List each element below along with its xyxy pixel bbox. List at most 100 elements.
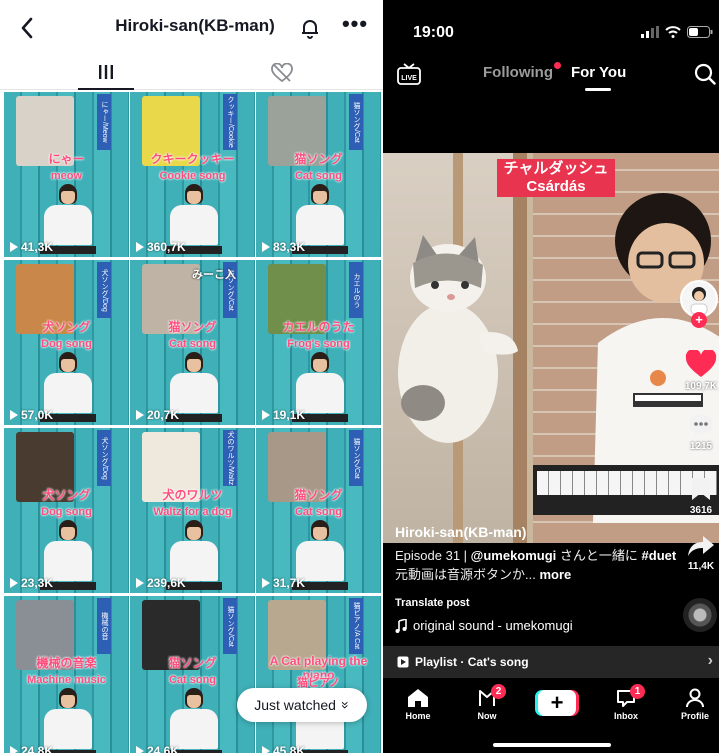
thumbnail-band: 猫ソング/Cat song [349, 430, 363, 486]
caption-mention[interactable]: @umekomugi [471, 548, 557, 563]
thumbnail-title-jp: 犬ソング [42, 488, 91, 502]
share-button[interactable]: 11,4K [680, 534, 719, 572]
thumbnail-title-jp: 猫ソング [168, 320, 217, 334]
nav-now[interactable]: 2 Now [459, 684, 515, 721]
view-count-text: 239,6K [147, 576, 186, 590]
view-count-text: 57,0K [21, 408, 54, 422]
tab-following[interactable]: Following [483, 62, 561, 81]
bell-icon [302, 20, 318, 39]
tab-for-you-label: For You [570, 64, 627, 81]
caption-hashtag[interactable]: #duet [642, 548, 677, 563]
video-caption: Hiroki-san(KB-man) Episode 31 | @umekomu… [395, 524, 685, 584]
caption-prefix: Episode 31 | [395, 548, 471, 563]
nav-home-label: Home [405, 711, 431, 721]
view-count-text: 23,3K [21, 576, 54, 590]
nav-inbox[interactable]: 1 Inbox [598, 684, 654, 721]
thumbnail-title-en: Cat song [294, 170, 343, 182]
play-icon [10, 410, 18, 420]
play-icon [262, 410, 270, 420]
comment-button[interactable]: 1215 [680, 412, 719, 452]
caption-rest: 元動画は音源ボタンか... [395, 567, 536, 582]
video-player[interactable]: チャルダッシュ Csárdás [383, 153, 719, 543]
now-badge: 2 [491, 684, 506, 699]
video-thumbnail[interactable]: 犬ソング/Dog song 犬ソング Dog song 57,0K [4, 260, 129, 425]
thumbnail-title-jp: にゃー [48, 152, 85, 166]
chevron-right-icon: › [707, 652, 713, 669]
creator-username[interactable]: Hiroki-san(KB-man) [395, 524, 685, 540]
view-count: 41,3K [10, 240, 53, 254]
view-count-text: 24,8K [21, 744, 54, 753]
live-label: LIVE [401, 75, 417, 82]
tab-liked[interactable] [262, 56, 302, 90]
more-options-button[interactable]: ••• [340, 11, 370, 41]
sound-link[interactable]: original sound - umekomugi [395, 618, 573, 633]
translate-post-link[interactable]: Translate post [395, 597, 470, 609]
home-icon [408, 689, 428, 707]
tab-for-you[interactable]: For You [570, 64, 627, 91]
heart-hidden-icon [271, 63, 293, 83]
thumbnail-title-en: Cat song [168, 674, 217, 686]
nav-profile[interactable]: Profile [667, 688, 719, 721]
thumbnail-title-en: Cat song [168, 338, 217, 350]
search-button[interactable] [694, 63, 716, 85]
chevron-double-down-icon: » [337, 701, 354, 709]
view-count-text: 41,3K [21, 240, 54, 254]
cat-image [398, 235, 518, 443]
create-button[interactable]: + [538, 690, 576, 716]
video-title-en: Csárdás [526, 178, 586, 195]
view-count: 19,1K [262, 408, 305, 422]
notification-dot [553, 62, 561, 69]
avatar-image [682, 282, 716, 316]
save-button[interactable]: 3616 [680, 476, 719, 516]
follow-button[interactable]: + [691, 312, 707, 328]
video-thumbnail[interactable]: 猫ピアノ/A Cat playing the pianoA Cat playin… [256, 596, 381, 753]
bell-button[interactable] [298, 16, 322, 40]
back-button[interactable] [12, 12, 42, 44]
heart-icon [685, 348, 717, 377]
nav-home[interactable]: Home [390, 688, 446, 721]
live-button[interactable]: LIVE [396, 62, 422, 86]
caption-more-link[interactable]: more [536, 567, 571, 582]
video-thumbnail[interactable]: カエルのうた/Frog's song カエルのうた Frog's song 19,1K [256, 260, 381, 425]
video-thumbnail[interactable]: 猫ソング/Cat song 猫ソング Cat song 83,3K [256, 92, 381, 257]
thumbnail-title-jp: 猫ソング [294, 488, 343, 502]
play-icon [136, 242, 144, 252]
thumbnail-title-en: Cookie song [159, 170, 226, 182]
view-count-text: 24,6K [147, 744, 180, 753]
thumbnail-title-jp: 猫ソング [168, 656, 217, 670]
view-count-text: 31,7K [273, 576, 306, 590]
tab-videos[interactable] [78, 56, 134, 90]
home-indicator [493, 743, 611, 747]
playlist-bar[interactable]: Playlist · Cat's song › [383, 646, 719, 678]
thumbnail-band: クッキー/Cookie song [223, 94, 237, 150]
video-thumbnail[interactable]: 猫ソング/Cat song 猫ソング Cat song 31,7K [256, 428, 381, 593]
like-button[interactable]: 109,7K [680, 348, 719, 392]
thumbnail-title-jp: 機械の音楽 [36, 656, 97, 670]
sound-disc[interactable] [683, 598, 717, 632]
video-thumbnail[interactable]: 猫ソング/Cat song猫ソングCat song20,7Kみーこ入 [130, 260, 255, 425]
nav-profile-label: Profile [680, 711, 709, 721]
video-thumbnail[interactable]: 機械の音楽/Machine music機械の音楽 Machine music 24,… [4, 596, 129, 753]
thumbnail-band: 犬ソング/Dog song [97, 262, 111, 318]
thumbnail-title-jp: 犬ソング [42, 320, 91, 334]
play-icon [136, 410, 144, 420]
view-count-text: 360,7K [147, 240, 186, 254]
thumbnail-title-en: Cat song [294, 506, 343, 518]
view-count-text: 45,8K [273, 744, 306, 753]
play-icon [262, 578, 270, 588]
video-thumbnail[interactable]: 猫ソング/Cat song 猫ソング Cat song 24,6K [130, 596, 255, 753]
video-thumbnail[interactable]: にゃー/Meow にゃー meow 41,3K [4, 92, 129, 257]
video-thumbnail[interactable]: クッキー/Cookie song クキークッキー Cookie song 360,7K [130, 92, 255, 257]
save-count: 3616 [689, 505, 713, 516]
video-thumbnail[interactable]: 犬のワルツ/Waltz for a dog犬のワルツ Waltz for a do… [130, 428, 255, 593]
share-arrow-icon [688, 536, 714, 556]
profile-panel: Hiroki-san(KB-man) ••• にゃー/Meow にゃー meow 41… [0, 0, 383, 753]
thumbnail-band: にゃー/Meow [97, 94, 111, 150]
just-watched-button[interactable]: Just watched » [237, 688, 367, 722]
caption-text: Episode 31 | @umekomugi さんと一緒に #duet 元動画… [395, 546, 685, 584]
playlist-label: Playlist · Cat's song [415, 655, 529, 669]
thumbnail-band: 機械の音楽/Machine music [97, 598, 111, 654]
nav-inbox-label: Inbox [614, 711, 638, 721]
comment-icon [689, 414, 713, 437]
video-thumbnail[interactable]: 犬ソング/Dog song 犬ソング Dog song 23,3K [4, 428, 129, 593]
